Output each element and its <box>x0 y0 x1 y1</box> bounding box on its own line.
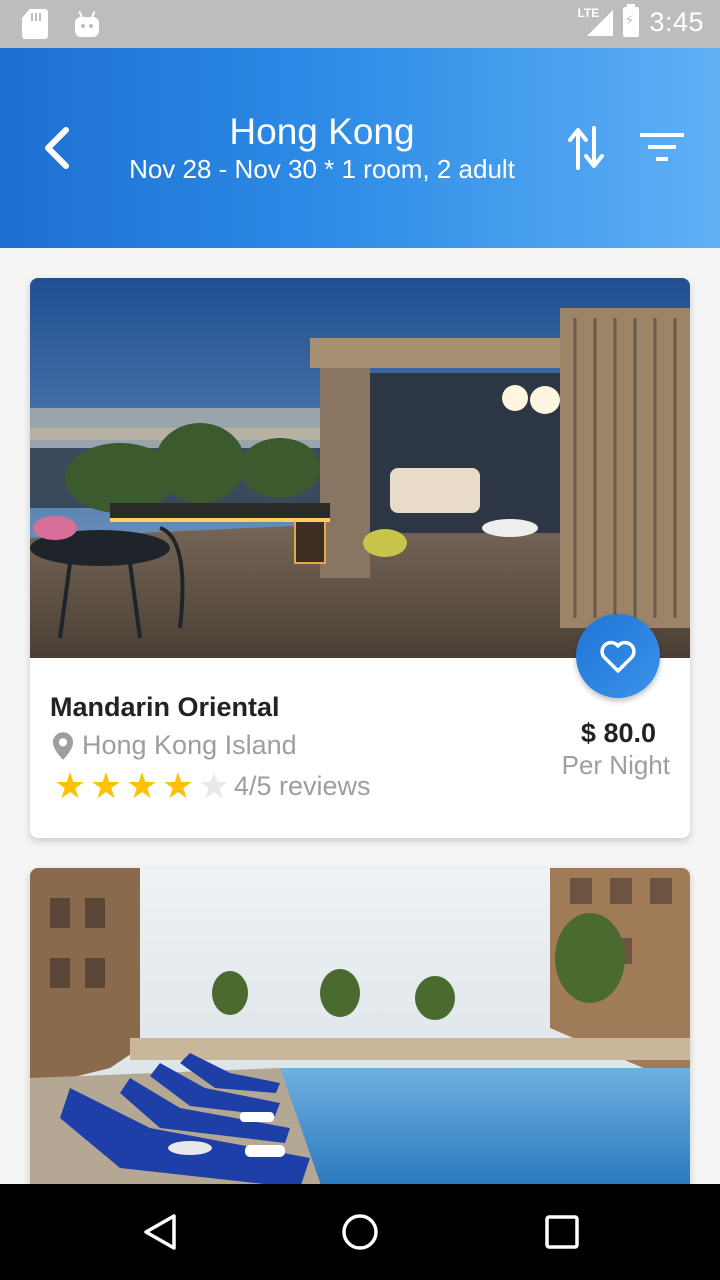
signal-icon: LTE <box>577 6 614 38</box>
hotel-card[interactable]: Mandarin Oriental Hong Kong Island ★ ★ ★… <box>30 278 690 838</box>
nav-recents-button[interactable] <box>542 1212 582 1252</box>
star-icon: ★ <box>89 765 123 806</box>
status-bar: LTE 3:45 <box>0 0 720 48</box>
star-empty-icon: ★ <box>197 765 231 806</box>
search-summary: Nov 28 - Nov 30 * 1 room, 2 adult <box>129 154 515 184</box>
system-nav-bar <box>0 1184 720 1280</box>
filter-button[interactable] <box>636 128 688 168</box>
rating: ★ ★ ★ ★ ★ 4/5 reviews <box>52 768 371 804</box>
star-icon: ★ <box>161 765 195 806</box>
star-icon: ★ <box>53 765 87 806</box>
location-label: Hong Kong Island <box>82 730 297 760</box>
star-icon: ★ <box>125 765 159 806</box>
favorite-button[interactable] <box>576 614 660 698</box>
filter-icon <box>640 133 684 161</box>
nav-back-icon <box>144 1214 176 1250</box>
price: $ 80.0 <box>580 718 656 748</box>
sort-icon <box>568 126 604 170</box>
reviews-label: 4/5 reviews <box>234 770 371 801</box>
nav-back-button[interactable] <box>140 1212 180 1252</box>
hotel-name: Mandarin Oriental <box>50 692 280 722</box>
sort-button[interactable] <box>564 124 608 172</box>
clock: 3:45 <box>649 6 704 37</box>
sd-card-icon <box>22 9 48 39</box>
battery-charging-icon <box>623 4 640 37</box>
android-icon <box>74 10 100 37</box>
nav-recents-icon <box>545 1215 579 1249</box>
nav-home-icon <box>342 1214 378 1250</box>
app-header: Hong Kong Nov 28 - Nov 30 * 1 room, 2 ad… <box>0 48 720 248</box>
hotel-location: Hong Kong Island <box>52 730 297 761</box>
price-unit: Per Night <box>561 750 670 780</box>
page-title: Hong Kong <box>229 111 415 152</box>
rooftop-terrace-photo <box>30 278 690 658</box>
nav-home-button[interactable] <box>340 1212 380 1252</box>
heart-outline-icon <box>600 640 636 673</box>
location-pin-icon <box>52 731 74 760</box>
